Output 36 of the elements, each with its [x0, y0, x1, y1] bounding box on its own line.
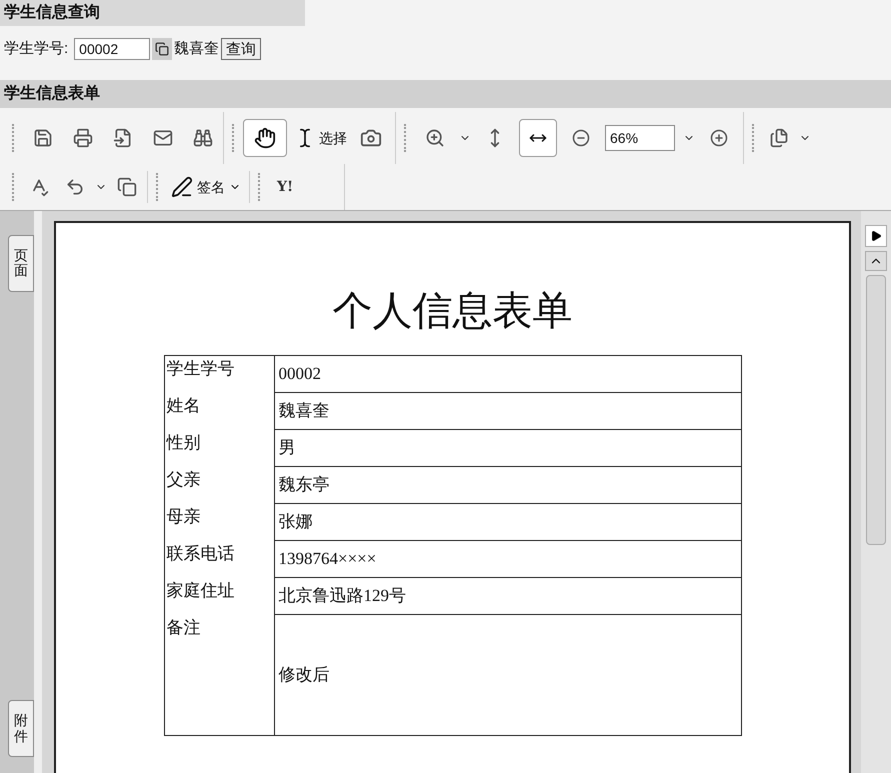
table-cell: 家庭住址 [164, 578, 274, 615]
student-id-field[interactable]: 00002 [74, 38, 150, 60]
panel-title: 学生信息查询 [4, 2, 100, 23]
yahoo-button[interactable]: Y! [269, 176, 302, 198]
scroll-up-icon[interactable] [865, 251, 887, 271]
table-cell: 父亲 [164, 467, 274, 504]
table-cell: 学生学号 [164, 356, 274, 393]
table-cell: 备注 [164, 615, 274, 735]
table-cell: 00002 [274, 356, 740, 393]
expand-icon[interactable] [865, 225, 887, 247]
table-cell: 姓名 [164, 393, 274, 430]
table-cell: 张娜 [274, 504, 740, 541]
scrollbar-thumb[interactable] [866, 275, 886, 545]
side-tab[interactable]: 页面 [8, 235, 34, 292]
select-tool-button[interactable]: 选择 [291, 128, 351, 148]
hand-tool-icon[interactable] [243, 119, 287, 157]
sign-button[interactable]: 签名 [167, 176, 245, 198]
student-name: 魏喜奎 [174, 38, 220, 59]
query-button[interactable]: 查询 [221, 38, 262, 60]
field-label: 学生学号: [4, 38, 68, 59]
document-title: 个人信息表单 [332, 287, 574, 335]
table-cell: 北京鲁迅路129号 [274, 578, 740, 615]
zoom-field[interactable]: 66% [605, 125, 675, 151]
table-cell: 魏喜奎 [274, 393, 740, 430]
table-cell: 母亲 [164, 504, 274, 541]
table-cell: 性别 [164, 430, 274, 467]
fit-width-icon[interactable] [519, 119, 557, 157]
window-icon[interactable] [152, 38, 172, 60]
table-cell: 联系电话 [164, 541, 274, 578]
pen-icon [171, 176, 193, 198]
table-cell: 男 [274, 430, 740, 467]
table-cell: 魏东亭 [274, 467, 740, 504]
side-tab[interactable]: 附件 [8, 700, 34, 757]
table-cell-text: 修改后 [278, 664, 330, 686]
table-cell: 1398764×××× [274, 541, 740, 578]
panel-title: 学生信息表单 [4, 84, 100, 104]
